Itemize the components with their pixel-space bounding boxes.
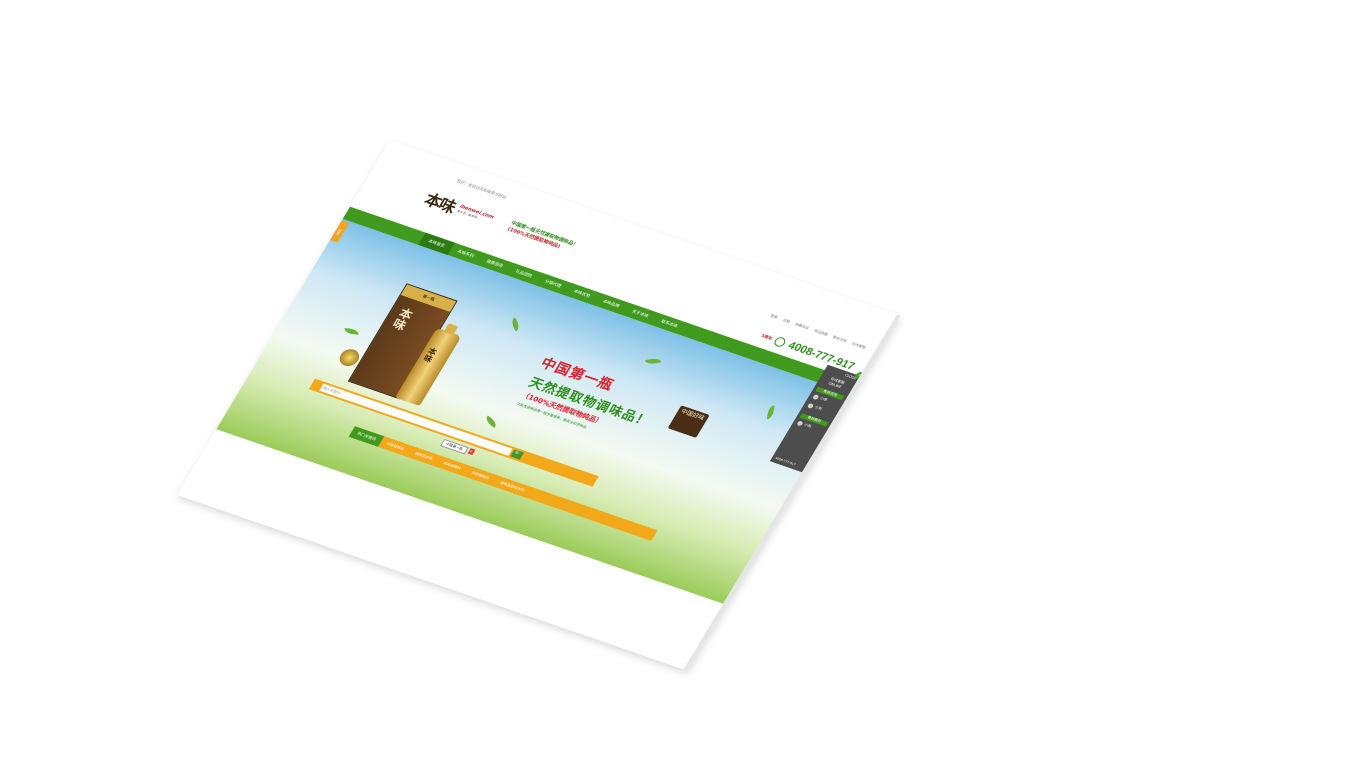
leaf-decoration (508, 317, 523, 332)
leaf-decoration (482, 415, 500, 428)
toplink-favorite[interactable]: 收藏本站 (794, 322, 809, 331)
toplink-service[interactable]: 在线客服 (850, 342, 866, 351)
bottle-cap (443, 323, 459, 336)
box-title: 本味 (389, 305, 416, 332)
leaf-decoration (766, 405, 775, 420)
phone-icon (772, 336, 788, 349)
chat-agent[interactable]: 小李 (812, 394, 828, 403)
agent-name: 小张 (803, 422, 813, 429)
logo-name: 本味 (420, 189, 460, 217)
banner-stamp: 中国好味 (667, 405, 710, 438)
toplink-sitemap[interactable]: 网站地图 (813, 329, 828, 338)
bottle-title: 本味 (421, 346, 440, 364)
toplink-contact[interactable]: 联系本味 (832, 335, 847, 344)
search-button[interactable]: 🔍 (510, 449, 524, 460)
toplink-register[interactable]: 注册 (781, 318, 791, 325)
agent-name: 小李 (819, 396, 828, 403)
leaf-decoration (343, 328, 360, 335)
leaf-decoration (644, 355, 662, 367)
header-slogan: 中国第一瓶天然提取物调味品！ (100%天然提取物纯品) (506, 220, 579, 255)
toplink-login[interactable]: 登录 (769, 314, 779, 321)
agent-name: 小刘 (813, 405, 823, 411)
anniversary-badge: 5周年 (760, 333, 774, 341)
browser-page: 您好！欢迎访问本味官方网站 本味 ibenwei.com 爱生活，爱本味 中国第… (176, 140, 901, 671)
banner-headline: 中国第一瓶 天然提取物调味品！ （100%天然提取物纯品） 功能性调味品第一瓶多… (515, 353, 666, 447)
chat-agent[interactable]: 小刘 (806, 402, 823, 412)
chat-agent[interactable]: 小张 (796, 420, 812, 429)
